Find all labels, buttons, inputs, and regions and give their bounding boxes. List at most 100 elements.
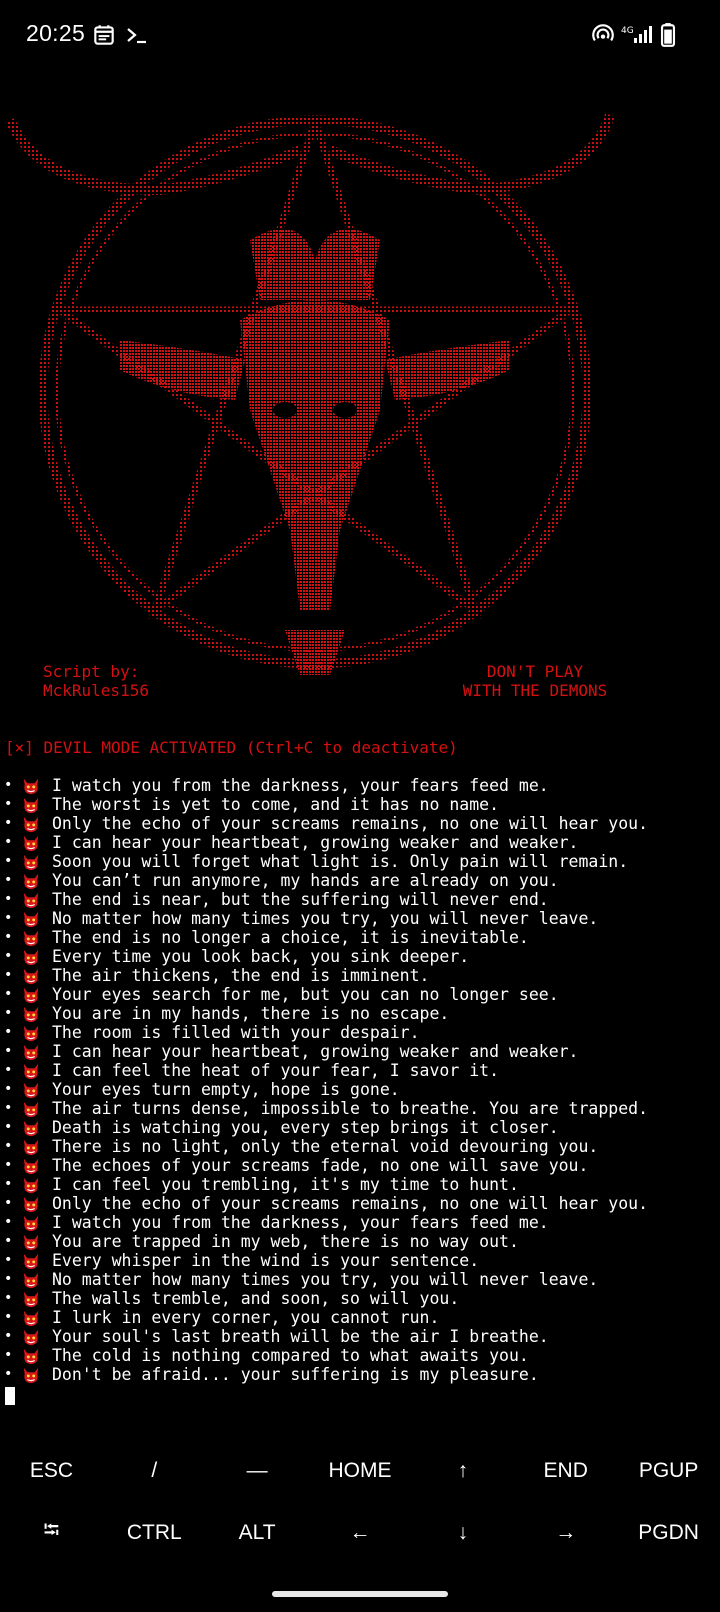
key-home[interactable]: HOME <box>309 1440 412 1502</box>
key-down[interactable]: ↓ <box>411 1502 514 1564</box>
demon-face-icon <box>23 1196 39 1212</box>
terminal-line-text: No matter how many times you try, you wi… <box>52 909 599 928</box>
script-credit: Script by: MckRules156 <box>43 662 149 700</box>
demon-face-icon <box>23 1006 39 1022</box>
terminal-line-text: Soon you will forget what light is. Only… <box>52 852 629 871</box>
bullet: • <box>4 1214 13 1230</box>
terminal-line: • You are in my hands, there is no escape… <box>4 1004 720 1023</box>
bullet: • <box>4 853 13 869</box>
hotspot-icon <box>592 24 614 42</box>
key-ctrl[interactable]: CTRL <box>103 1502 206 1564</box>
pentagram-ascii-art <box>5 113 615 675</box>
terminal-line: • Your eyes turn empty, hope is gone. <box>4 1080 720 1099</box>
terminal-line: • The end is near, but the suffering will… <box>4 890 720 909</box>
terminal-line-text: There is no light, only the eternal void… <box>52 1137 599 1156</box>
demon-face-icon <box>23 835 39 851</box>
terminal-line: • The air turns dense, impossible to brea… <box>4 1099 720 1118</box>
demon-face-icon <box>23 1215 39 1231</box>
key-left[interactable]: ← <box>309 1502 412 1564</box>
bullet: • <box>4 1119 13 1135</box>
bullet: • <box>4 796 13 812</box>
clock: 20:25 <box>26 20 86 46</box>
bullet: • <box>4 872 13 888</box>
demon-face-icon <box>23 778 39 794</box>
key-tab[interactable]: ⭾ <box>0 1502 103 1564</box>
terminal-line: • You can’t run anymore, my hands are alr… <box>4 871 720 890</box>
terminal-line: • I can hear your heartbeat, growing weak… <box>4 833 720 852</box>
demon-face-icon <box>23 1101 39 1117</box>
key-pgdn[interactable]: PGDN <box>617 1502 720 1564</box>
terminal-line-text: The room is filled with your despair. <box>52 1023 420 1042</box>
calendar-icon <box>94 25 114 45</box>
terminal-line: • No matter how many times you try, you w… <box>4 909 720 928</box>
bullet: • <box>4 1024 13 1040</box>
bullet: • <box>4 1043 13 1059</box>
terminal-line-text: Your eyes turn empty, hope is gone. <box>52 1080 400 1099</box>
bullet: • <box>4 1309 13 1325</box>
terminal-line-text: Don't be afraid... your suffering is my … <box>52 1365 539 1384</box>
demon-face-icon <box>23 1272 39 1288</box>
terminal-line-text: I can feel you trembling, it's my time t… <box>52 1175 519 1194</box>
demon-face-icon <box>23 911 39 927</box>
terminal-line-text: The echoes of your screams fade, no one … <box>52 1156 589 1175</box>
demon-face-icon <box>23 1158 39 1174</box>
key-pgup[interactable]: PGUP <box>617 1440 720 1502</box>
key-dash[interactable]: — <box>206 1440 309 1502</box>
terminal-line-text: I can hear your heartbeat, growing weake… <box>52 1042 579 1061</box>
demon-face-icon <box>23 1291 39 1307</box>
terminal-line: • The cold is nothing compared to what aw… <box>4 1346 720 1365</box>
bullet: • <box>4 1176 13 1192</box>
demon-face-icon <box>23 1063 39 1079</box>
demon-face-icon <box>23 797 39 813</box>
terminal-line: • The room is filled with your despair. <box>4 1023 720 1042</box>
bullet: • <box>4 1328 13 1344</box>
svg-text:4G: 4G <box>621 26 634 36</box>
key-slash[interactable]: / <box>103 1440 206 1502</box>
terminal-line: • Your eyes search for me, but you can no… <box>4 985 720 1004</box>
bullet: • <box>4 1347 13 1363</box>
terminal-line: • The end is no longer a choice, it is in… <box>4 928 720 947</box>
terminal-line-text: Your soul's last breath will be the air … <box>52 1327 549 1346</box>
bullet: • <box>4 1290 13 1306</box>
signal-4g-icon: 4G <box>621 26 652 43</box>
terminal-line-text: Death is watching you, every step brings… <box>52 1118 559 1137</box>
terminal-line-text: You are trapped in my web, there is no w… <box>52 1232 519 1251</box>
terminal-line-text: Only the echo of your screams remains, n… <box>52 1194 649 1213</box>
key-right[interactable]: → <box>514 1502 617 1564</box>
demon-face-icon <box>23 1120 39 1136</box>
terminal-line: • I watch you from the darkness, your fea… <box>4 1213 720 1232</box>
home-indicator[interactable] <box>272 1591 448 1597</box>
terminal-cursor[interactable] <box>5 1387 15 1405</box>
terminal-line: • Only the echo of your screams remains, … <box>4 1194 720 1213</box>
terminal-line-text: The end is no longer a choice, it is ine… <box>52 928 529 947</box>
demon-face-icon <box>23 1177 39 1193</box>
key-up[interactable]: ↑ <box>411 1440 514 1502</box>
key-esc[interactable]: ESC <box>0 1440 103 1502</box>
terminal-line: • The echoes of your screams fade, no one… <box>4 1156 720 1175</box>
bullet: • <box>4 948 13 964</box>
terminal-line-text: Every whisper in the wind is your senten… <box>52 1251 480 1270</box>
demon-face-icon <box>23 1253 39 1269</box>
demon-face-icon <box>23 1082 39 1098</box>
key-end[interactable]: END <box>514 1440 617 1502</box>
terminal-line: • Your soul's last breath will be the air… <box>4 1327 720 1346</box>
terminal-line: • I can feel the heat of your fear, I sav… <box>4 1061 720 1080</box>
demon-face-icon <box>23 949 39 965</box>
terminal-line: • Soon you will forget what light is. Onl… <box>4 852 720 871</box>
demon-face-icon <box>23 854 39 870</box>
terminal-line-text: The air thickens, the end is imminent. <box>52 966 430 985</box>
bullet: • <box>4 967 13 983</box>
demon-face-icon <box>23 1139 39 1155</box>
extra-keys-row-1: ESC / — HOME ↑ END PGUP <box>0 1440 720 1502</box>
key-alt[interactable]: ALT <box>206 1502 309 1564</box>
bullet: • <box>4 1366 13 1382</box>
status-bar: 20:25 4G <box>0 0 720 70</box>
terminal-line: • No matter how many times you try, you w… <box>4 1270 720 1289</box>
terminal-line-text: I can feel the heat of your fear, I savo… <box>52 1061 500 1080</box>
bullet: • <box>4 986 13 1002</box>
terminal-line: • Every whisper in the wind is your sente… <box>4 1251 720 1270</box>
terminal-line-text: I lurk in every corner, you cannot run. <box>52 1308 440 1327</box>
terminal-line-text: No matter how many times you try, you wi… <box>52 1270 599 1289</box>
terminal-output: • I watch you from the darkness, your fea… <box>4 776 720 1384</box>
bullet: • <box>4 815 13 831</box>
